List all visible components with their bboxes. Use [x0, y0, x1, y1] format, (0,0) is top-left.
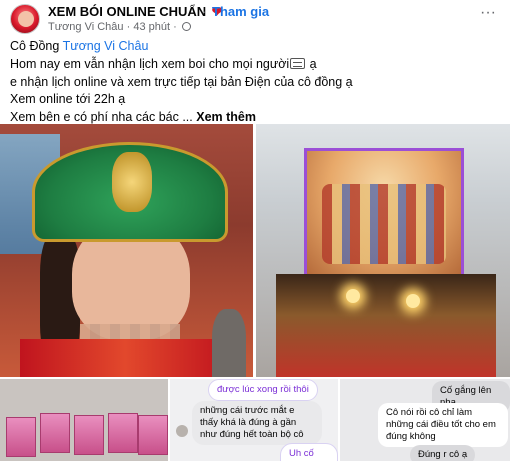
- chat-avatar: [176, 425, 188, 437]
- group-name-link[interactable]: XEM BÓI ONLINE CHUẨN ❤: [48, 4, 223, 20]
- post-time[interactable]: 43 phút: [133, 21, 170, 33]
- avatar-face: [18, 11, 34, 27]
- meta-separator: ·: [126, 21, 131, 33]
- join-group-button[interactable]: Tham gia: [212, 4, 269, 19]
- photo-altar[interactable]: [256, 124, 510, 377]
- photo-box: [40, 413, 70, 453]
- more-options-button[interactable]: ···: [476, 5, 500, 26]
- group-avatar[interactable]: [10, 4, 40, 34]
- post-header: XEM BÓI ONLINE CHUẨN ❤ · Tham gia Tương …: [10, 2, 500, 38]
- meta-separator-2: ·: [173, 21, 177, 33]
- post-line-2: Hom nay em vẫn nhận lịch xem boi cho mọi…: [10, 56, 317, 71]
- chat-bubble: Uh cố lên e: [280, 443, 338, 461]
- chat-bubble: những cái trước mắt e thấy khá là đúng à…: [192, 401, 322, 445]
- see-more-link[interactable]: Xem thêm: [196, 110, 256, 124]
- separator-dot: ·: [202, 4, 207, 19]
- photo-headdress-ornament: [112, 152, 152, 212]
- globe-icon: [181, 22, 191, 31]
- post-line-1: Cô Đồng Tương Vi Châu: [10, 39, 149, 53]
- message-emoji-icon: [290, 57, 306, 69]
- photo-lamp-2: [406, 294, 420, 308]
- photo-box: [6, 417, 36, 457]
- group-name-text: XEM BÓI ONLINE CHUẨN: [48, 4, 207, 19]
- photo-deity-figures: [322, 184, 446, 264]
- photo-box: [74, 415, 104, 455]
- photo-box: [138, 415, 168, 455]
- photo-background-person: [212, 309, 246, 377]
- chat-bubble: Đúng r cô ạ: [410, 445, 476, 461]
- post-meta: Tương Vi Châu · 43 phút ·: [48, 21, 191, 33]
- photo-fortune-teller[interactable]: [0, 124, 253, 377]
- post-line-4: Xem online tới 22h ạ: [10, 92, 126, 107]
- photo-red-dress: [20, 339, 230, 377]
- author-link[interactable]: Tương Vi Châu: [48, 21, 124, 33]
- photo-box: [108, 413, 138, 453]
- facebook-post: XEM BÓI ONLINE CHUẨN ❤ · Tham gia Tương …: [0, 0, 510, 461]
- post-text: Cô Đồng Tương Vi Châu Hom nay em vẫn nhậ…: [10, 38, 500, 127]
- chat-bubble: Cô nói rồi cô chỉ làm những cái điều tốt…: [378, 403, 508, 447]
- chat-bubble: được lúc xong rồi thôi: [208, 379, 318, 401]
- post-line-3: e nhận lịch online và xem trực tiếp tại …: [10, 74, 353, 89]
- photo-lamp-1: [346, 289, 360, 303]
- photo-offerings[interactable]: [0, 379, 168, 461]
- mention-link[interactable]: Tương Vi Châu: [63, 39, 149, 53]
- chat-screenshot-2[interactable]: Cố gắng lên nha Cô nói rồi cô chỉ làm nh…: [340, 379, 510, 461]
- chat-screenshot-1[interactable]: được lúc xong rồi thôi những cái trước m…: [170, 379, 338, 461]
- photo-altar-table: [276, 274, 496, 377]
